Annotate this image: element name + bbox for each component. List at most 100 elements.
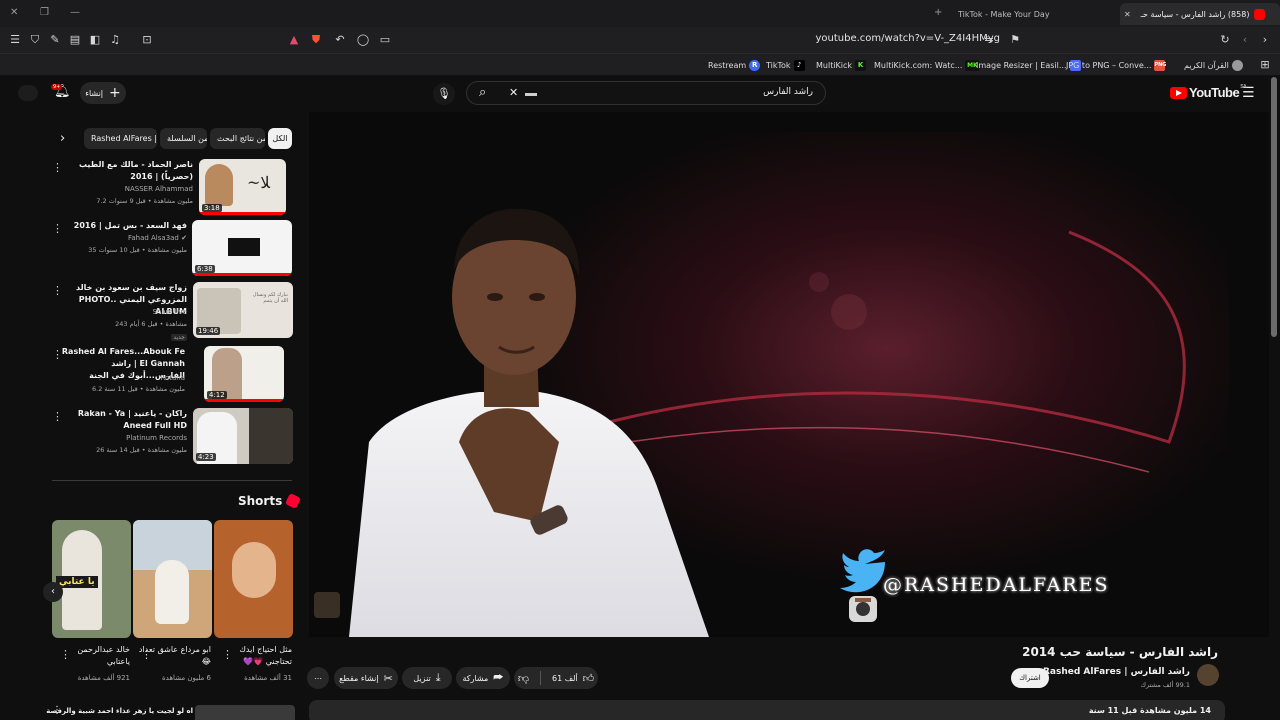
close-window-icon[interactable]: ✕ <box>10 7 18 18</box>
shorts-prev-button[interactable]: ‹ <box>43 582 63 602</box>
brave-shield-icon[interactable]: ⛊ <box>309 33 323 47</box>
more-options-icon[interactable]: ⋮ <box>52 161 63 174</box>
sidebar-icon[interactable]: ◧ <box>88 33 102 47</box>
bookmark-multikick-watch[interactable]: MultiKick.com: Watc... MK <box>874 58 982 72</box>
restore-window-icon[interactable]: ❐ <box>40 7 49 18</box>
dislike-icon[interactable]: 👎︎ <box>518 672 529 685</box>
shield-icon[interactable]: ⛉ <box>28 33 42 47</box>
list-item[interactable]: نبارك لكم ونسأل الله أن يتمم 19:46 زواج … <box>50 282 295 341</box>
voice-search-icon[interactable]: 🎙 <box>433 83 455 105</box>
music-icon[interactable]: ♫ <box>108 33 122 47</box>
share-icon: ⮫ <box>493 671 504 684</box>
video-player[interactable]: @RASHEDALFARES <box>309 112 1269 637</box>
page-scrollbar[interactable] <box>1270 77 1278 720</box>
channel-name[interactable]: NASSER Alhammad <box>125 185 193 193</box>
forward-icon[interactable]: › <box>1258 33 1272 47</box>
like-icon[interactable]: 👍︎ <box>583 672 595 685</box>
chip-series[interactable]: من السلسلة <box>160 128 207 149</box>
more-actions-button[interactable]: ⋯ <box>307 667 329 689</box>
minimize-window-icon[interactable]: — <box>70 7 80 18</box>
bookmark-icon[interactable]: ⚑ <box>1008 33 1022 47</box>
menu-icon[interactable]: ☰ <box>8 33 22 47</box>
subscribe-button[interactable]: اشتراك <box>1011 668 1049 688</box>
tab-tiktok[interactable]: TikTok - Make Your Day ♪ <box>948 3 1138 25</box>
channel-watermark[interactable] <box>314 592 340 618</box>
more-options-icon[interactable]: ⋮ <box>141 648 152 661</box>
close-tab-icon[interactable]: ✕ <box>1124 10 1131 19</box>
video-title[interactable]: فهد السعد - بس تمل | 2016 <box>67 220 187 232</box>
channel-name[interactable]: Sham live <box>152 308 187 316</box>
tabs-icon[interactable]: ▤ <box>68 33 82 47</box>
reload-icon[interactable]: ↻ <box>1218 33 1232 47</box>
more-options-icon[interactable]: ⋮ <box>222 648 233 661</box>
video-thumbnail[interactable]: 4:23 <box>193 408 293 464</box>
chip-search-results[interactable]: من نتائج البحث <box>210 128 265 149</box>
search-input[interactable]: راشد الفارس <box>763 87 813 97</box>
thumb-screen <box>228 238 260 256</box>
share-button[interactable]: مشاركة ⮫ <box>456 667 510 689</box>
video-thumbnail[interactable]: نبارك لكم ونسأل الله أن يتمم 19:46 <box>193 282 293 338</box>
bookmark-multikick[interactable]: MultiKick K <box>816 58 869 72</box>
new-tab-icon[interactable]: + <box>934 7 942 18</box>
address-bar[interactable]: youtube.com/watch?v=V-_Z4I4HMyg <box>815 33 1000 44</box>
search-icon[interactable]: ⌕ <box>479 85 486 100</box>
chip-from-channel[interactable]: من راشد الفارس | Rashed AlFares <box>84 128 157 149</box>
channel-name-text: Fahad Alsa3ad <box>127 234 179 242</box>
video-title[interactable]: راكان - ياعنيد | Rakan - Ya Aneed Full H… <box>67 408 187 432</box>
tiktok-icon: ♪ <box>793 59 805 71</box>
channel-avatar[interactable] <box>1197 664 1219 686</box>
channel-name[interactable]: Fahad Alsa3ad ✔ <box>128 234 187 242</box>
clip-button[interactable]: إنشاء مقطع ✂ <box>334 667 398 689</box>
search-box[interactable]: ⌕ ✕ راشد الفارس <box>466 81 826 105</box>
bookmark-label: القرآن الكريم <box>1184 60 1229 70</box>
video-title[interactable]: ناصر الحماد - مالك مع الطيب (حصرياً) | 2… <box>73 159 193 183</box>
bookmarks-grid-icon[interactable]: ⊞ <box>1258 58 1272 72</box>
video-thumbnail[interactable]: 4:12 <box>204 346 284 402</box>
youtube-logo[interactable]: YouTube SA <box>1170 84 1247 100</box>
list-item[interactable]: ~ﻼ 3:18 ناصر الحماد - مالك مع الطيب (حصر… <box>50 159 295 217</box>
chat-icon[interactable]: ◯ <box>356 33 370 47</box>
avatar[interactable] <box>18 85 38 101</box>
back-icon[interactable]: ‹ <box>1238 33 1252 47</box>
channel-name-link[interactable]: راشد الفارس | Rashed AlFares ◉ <box>1032 667 1190 677</box>
more-options-icon[interactable]: ⋮ <box>52 410 63 423</box>
more-options-icon[interactable]: ⋮ <box>52 222 63 235</box>
short-card[interactable] <box>214 520 293 638</box>
clear-search-icon[interactable]: ✕ <box>509 86 518 99</box>
video-thumbnail[interactable]: 6:38 <box>192 220 292 276</box>
bookmark-jpg-to-png[interactable]: JPG to PNG – Conve... PNG <box>1066 58 1168 72</box>
aria-icon[interactable]: ▲ <box>287 33 301 47</box>
create-button[interactable]: إنشاء + <box>80 82 126 104</box>
brush-icon[interactable]: ✎ <box>48 33 62 47</box>
cast-icon[interactable]: ▭ <box>378 33 392 47</box>
video-thumbnail[interactable] <box>195 705 295 720</box>
more-options-icon[interactable]: ⋮ <box>60 648 71 661</box>
video-frame <box>309 112 1269 637</box>
screenshot-icon[interactable]: ⊡ <box>140 33 154 47</box>
video-thumbnail[interactable]: ~ﻼ 3:18 <box>199 159 286 215</box>
list-item[interactable]: ⋮ اه لو لجيت يا زهر عذاء احمد شبية والرف… <box>46 705 295 720</box>
back-history-icon[interactable]: ↶ <box>333 33 347 47</box>
list-item[interactable]: 4:23 راكان - ياعنيد | Rakan - Ya Aneed F… <box>50 408 295 466</box>
chip-all[interactable]: الكل <box>268 128 292 149</box>
list-item[interactable]: 4:12 Rashed Al Fares...Abouk Fe El Ganna… <box>50 346 295 404</box>
bookmark-tiktok[interactable]: TikTok ♪ <box>766 58 808 72</box>
scrollbar-thumb[interactable] <box>1271 77 1277 337</box>
short-card[interactable] <box>133 520 212 638</box>
short-card[interactable]: يا عتابي <box>52 520 131 638</box>
more-options-icon[interactable]: ⋮ <box>52 348 63 361</box>
bookmark-label: MultiKick <box>816 60 853 70</box>
site-settings-icon[interactable]: ⇋ <box>982 33 996 47</box>
list-item[interactable]: 6:38 فهد السعد - بس تمل | 2016 Fahad Als… <box>50 220 295 278</box>
channel-name[interactable]: Rotana <box>160 374 185 382</box>
video-title[interactable]: اه لو لجيت يا زهر عذاء احمد شبية والرفصة <box>46 707 193 715</box>
download-button[interactable]: تنزيل ⤓ <box>402 667 452 689</box>
more-options-icon[interactable]: ⋮ <box>52 284 63 297</box>
channel-name[interactable]: Platinum Records <box>126 434 187 442</box>
like-dislike-group: 👎︎ 61 ألف 👍︎ <box>514 667 598 689</box>
bookmark-quran[interactable]: القرآن الكريم <box>1184 58 1246 72</box>
bookmark-restream[interactable]: Restream R <box>708 58 763 72</box>
tab-youtube-active[interactable]: ✕ (858) راشد الفارس - سياسة حـ <box>1120 3 1280 25</box>
like-count[interactable]: 61 ألف <box>552 674 578 683</box>
description-box[interactable]: 14 مليون مشاهدة قبل 11 سنة <box>309 700 1225 720</box>
